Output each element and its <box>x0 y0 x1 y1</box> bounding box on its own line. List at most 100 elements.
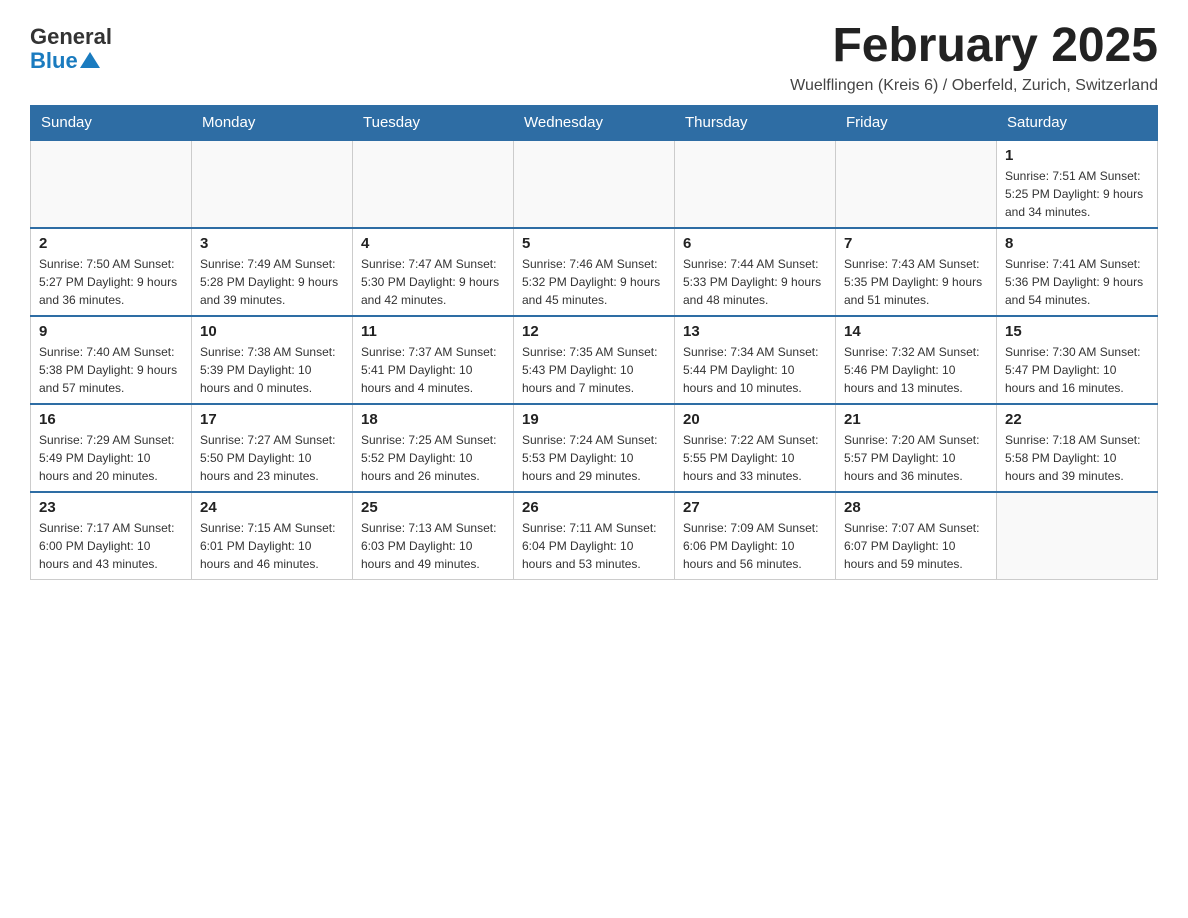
day-number: 14 <box>844 323 988 340</box>
day-info: Sunrise: 7:24 AM Sunset: 5:53 PM Dayligh… <box>522 431 666 485</box>
day-info: Sunrise: 7:13 AM Sunset: 6:03 PM Dayligh… <box>361 519 505 573</box>
day-info: Sunrise: 7:20 AM Sunset: 5:57 PM Dayligh… <box>844 431 988 485</box>
calendar-cell: 2Sunrise: 7:50 AM Sunset: 5:27 PM Daylig… <box>31 228 192 316</box>
calendar-cell <box>675 140 836 228</box>
calendar-cell <box>836 140 997 228</box>
calendar-cell: 17 Sunrise: 7:27 AM Sunset: 5:50 PM Dayli… <box>192 404 353 492</box>
column-header-sunday: Sunday <box>31 105 192 140</box>
day-number: 7 <box>844 235 988 252</box>
calendar-header-row: SundayMondayTuesdayWednesdayThursdayFrid… <box>31 105 1158 140</box>
calendar-week-row: 9 Sunrise: 7:40 AM Sunset: 5:38 PM Daylig… <box>31 316 1158 404</box>
day-number: 9 <box>39 323 183 340</box>
day-info: Sunrise: 7:47 AM Sunset: 5:30 PM Dayligh… <box>361 255 505 309</box>
day-number: 21 <box>844 411 988 428</box>
calendar-week-row: 23 Sunrise: 7:17 AM Sunset: 6:00 PM Dayli… <box>31 492 1158 580</box>
day-number: 1 <box>1005 147 1149 164</box>
day-number: 15 <box>1005 323 1149 340</box>
calendar-week-row: 16Sunrise: 7:29 AM Sunset: 5:49 PM Dayli… <box>31 404 1158 492</box>
calendar-cell: 23 Sunrise: 7:17 AM Sunset: 6:00 PM Dayli… <box>31 492 192 580</box>
calendar-cell: 25Sunrise: 7:13 AM Sunset: 6:03 PM Dayli… <box>353 492 514 580</box>
calendar-cell: 6Sunrise: 7:44 AM Sunset: 5:33 PM Daylig… <box>675 228 836 316</box>
day-info: Sunrise: 7:27 AM Sunset: 5:50 PM Dayligh… <box>200 431 344 485</box>
day-info: Sunrise: 7:41 AM Sunset: 5:36 PM Dayligh… <box>1005 255 1149 309</box>
day-info: Sunrise: 7:35 AM Sunset: 5:43 PM Dayligh… <box>522 343 666 397</box>
calendar-cell: 20 Sunrise: 7:22 AM Sunset: 5:55 PM Dayli… <box>675 404 836 492</box>
calendar-cell: 22 Sunrise: 7:18 AM Sunset: 5:58 PM Dayli… <box>997 404 1158 492</box>
day-info: Sunrise: 7:43 AM Sunset: 5:35 PM Dayligh… <box>844 255 988 309</box>
day-info: Sunrise: 7:32 AM Sunset: 5:46 PM Dayligh… <box>844 343 988 397</box>
column-header-monday: Monday <box>192 105 353 140</box>
logo-general-text: General <box>30 25 112 49</box>
day-number: 20 <box>683 411 827 428</box>
calendar-cell: 4 Sunrise: 7:47 AM Sunset: 5:30 PM Daylig… <box>353 228 514 316</box>
calendar-cell <box>514 140 675 228</box>
calendar-cell: 27 Sunrise: 7:09 AM Sunset: 6:06 PM Dayli… <box>675 492 836 580</box>
day-number: 3 <box>200 235 344 252</box>
calendar-table: SundayMondayTuesdayWednesdayThursdayFrid… <box>30 105 1158 580</box>
day-info: Sunrise: 7:50 AM Sunset: 5:27 PM Dayligh… <box>39 255 183 309</box>
day-number: 23 <box>39 499 183 516</box>
day-info: Sunrise: 7:29 AM Sunset: 5:49 PM Dayligh… <box>39 431 183 485</box>
day-info: Sunrise: 7:09 AM Sunset: 6:06 PM Dayligh… <box>683 519 827 573</box>
column-header-tuesday: Tuesday <box>353 105 514 140</box>
calendar-cell: 28 Sunrise: 7:07 AM Sunset: 6:07 PM Dayli… <box>836 492 997 580</box>
location-subtitle: Wuelflingen (Kreis 6) / Oberfeld, Zurich… <box>790 77 1158 95</box>
day-info: Sunrise: 7:49 AM Sunset: 5:28 PM Dayligh… <box>200 255 344 309</box>
day-info: Sunrise: 7:46 AM Sunset: 5:32 PM Dayligh… <box>522 255 666 309</box>
day-number: 22 <box>1005 411 1149 428</box>
calendar-cell <box>31 140 192 228</box>
day-info: Sunrise: 7:25 AM Sunset: 5:52 PM Dayligh… <box>361 431 505 485</box>
day-number: 12 <box>522 323 666 340</box>
day-number: 26 <box>522 499 666 516</box>
day-number: 19 <box>522 411 666 428</box>
calendar-cell: 10Sunrise: 7:38 AM Sunset: 5:39 PM Dayli… <box>192 316 353 404</box>
title-section: February 2025 Wuelflingen (Kreis 6) / Ob… <box>790 20 1158 95</box>
calendar-cell <box>997 492 1158 580</box>
day-info: Sunrise: 7:11 AM Sunset: 6:04 PM Dayligh… <box>522 519 666 573</box>
column-header-wednesday: Wednesday <box>514 105 675 140</box>
day-info: Sunrise: 7:51 AM Sunset: 5:25 PM Dayligh… <box>1005 167 1149 221</box>
calendar-cell: 8 Sunrise: 7:41 AM Sunset: 5:36 PM Daylig… <box>997 228 1158 316</box>
calendar-cell: 18 Sunrise: 7:25 AM Sunset: 5:52 PM Dayli… <box>353 404 514 492</box>
day-number: 11 <box>361 323 505 340</box>
day-number: 28 <box>844 499 988 516</box>
day-number: 17 <box>200 411 344 428</box>
calendar-cell: 13Sunrise: 7:34 AM Sunset: 5:44 PM Dayli… <box>675 316 836 404</box>
calendar-cell: 21 Sunrise: 7:20 AM Sunset: 5:57 PM Dayli… <box>836 404 997 492</box>
day-info: Sunrise: 7:37 AM Sunset: 5:41 PM Dayligh… <box>361 343 505 397</box>
day-number: 5 <box>522 235 666 252</box>
logo: General Blue <box>30 20 112 73</box>
calendar-cell: 14 Sunrise: 7:32 AM Sunset: 5:46 PM Dayli… <box>836 316 997 404</box>
calendar-cell: 1 Sunrise: 7:51 AM Sunset: 5:25 PM Daylig… <box>997 140 1158 228</box>
day-number: 18 <box>361 411 505 428</box>
calendar-cell: 19 Sunrise: 7:24 AM Sunset: 5:53 PM Dayli… <box>514 404 675 492</box>
day-number: 24 <box>200 499 344 516</box>
day-info: Sunrise: 7:07 AM Sunset: 6:07 PM Dayligh… <box>844 519 988 573</box>
day-info: Sunrise: 7:40 AM Sunset: 5:38 PM Dayligh… <box>39 343 183 397</box>
calendar-cell: 5 Sunrise: 7:46 AM Sunset: 5:32 PM Daylig… <box>514 228 675 316</box>
calendar-cell: 24 Sunrise: 7:15 AM Sunset: 6:01 PM Dayli… <box>192 492 353 580</box>
page-header: General Blue February 2025 Wuelflingen (… <box>30 20 1158 95</box>
day-info: Sunrise: 7:15 AM Sunset: 6:01 PM Dayligh… <box>200 519 344 573</box>
day-info: Sunrise: 7:18 AM Sunset: 5:58 PM Dayligh… <box>1005 431 1149 485</box>
day-number: 4 <box>361 235 505 252</box>
column-header-saturday: Saturday <box>997 105 1158 140</box>
day-info: Sunrise: 7:44 AM Sunset: 5:33 PM Dayligh… <box>683 255 827 309</box>
column-header-friday: Friday <box>836 105 997 140</box>
calendar-cell: 12 Sunrise: 7:35 AM Sunset: 5:43 PM Dayli… <box>514 316 675 404</box>
calendar-cell: 3 Sunrise: 7:49 AM Sunset: 5:28 PM Daylig… <box>192 228 353 316</box>
day-info: Sunrise: 7:22 AM Sunset: 5:55 PM Dayligh… <box>683 431 827 485</box>
calendar-cell: 16Sunrise: 7:29 AM Sunset: 5:49 PM Dayli… <box>31 404 192 492</box>
calendar-cell: 11 Sunrise: 7:37 AM Sunset: 5:41 PM Dayli… <box>353 316 514 404</box>
calendar-cell: 26 Sunrise: 7:11 AM Sunset: 6:04 PM Dayli… <box>514 492 675 580</box>
day-info: Sunrise: 7:30 AM Sunset: 5:47 PM Dayligh… <box>1005 343 1149 397</box>
day-number: 8 <box>1005 235 1149 252</box>
calendar-cell <box>353 140 514 228</box>
calendar-cell: 7 Sunrise: 7:43 AM Sunset: 5:35 PM Daylig… <box>836 228 997 316</box>
day-number: 13 <box>683 323 827 340</box>
calendar-cell: 9 Sunrise: 7:40 AM Sunset: 5:38 PM Daylig… <box>31 316 192 404</box>
calendar-week-row: 1 Sunrise: 7:51 AM Sunset: 5:25 PM Daylig… <box>31 140 1158 228</box>
month-title: February 2025 <box>790 20 1158 73</box>
day-info: Sunrise: 7:17 AM Sunset: 6:00 PM Dayligh… <box>39 519 183 573</box>
day-number: 27 <box>683 499 827 516</box>
